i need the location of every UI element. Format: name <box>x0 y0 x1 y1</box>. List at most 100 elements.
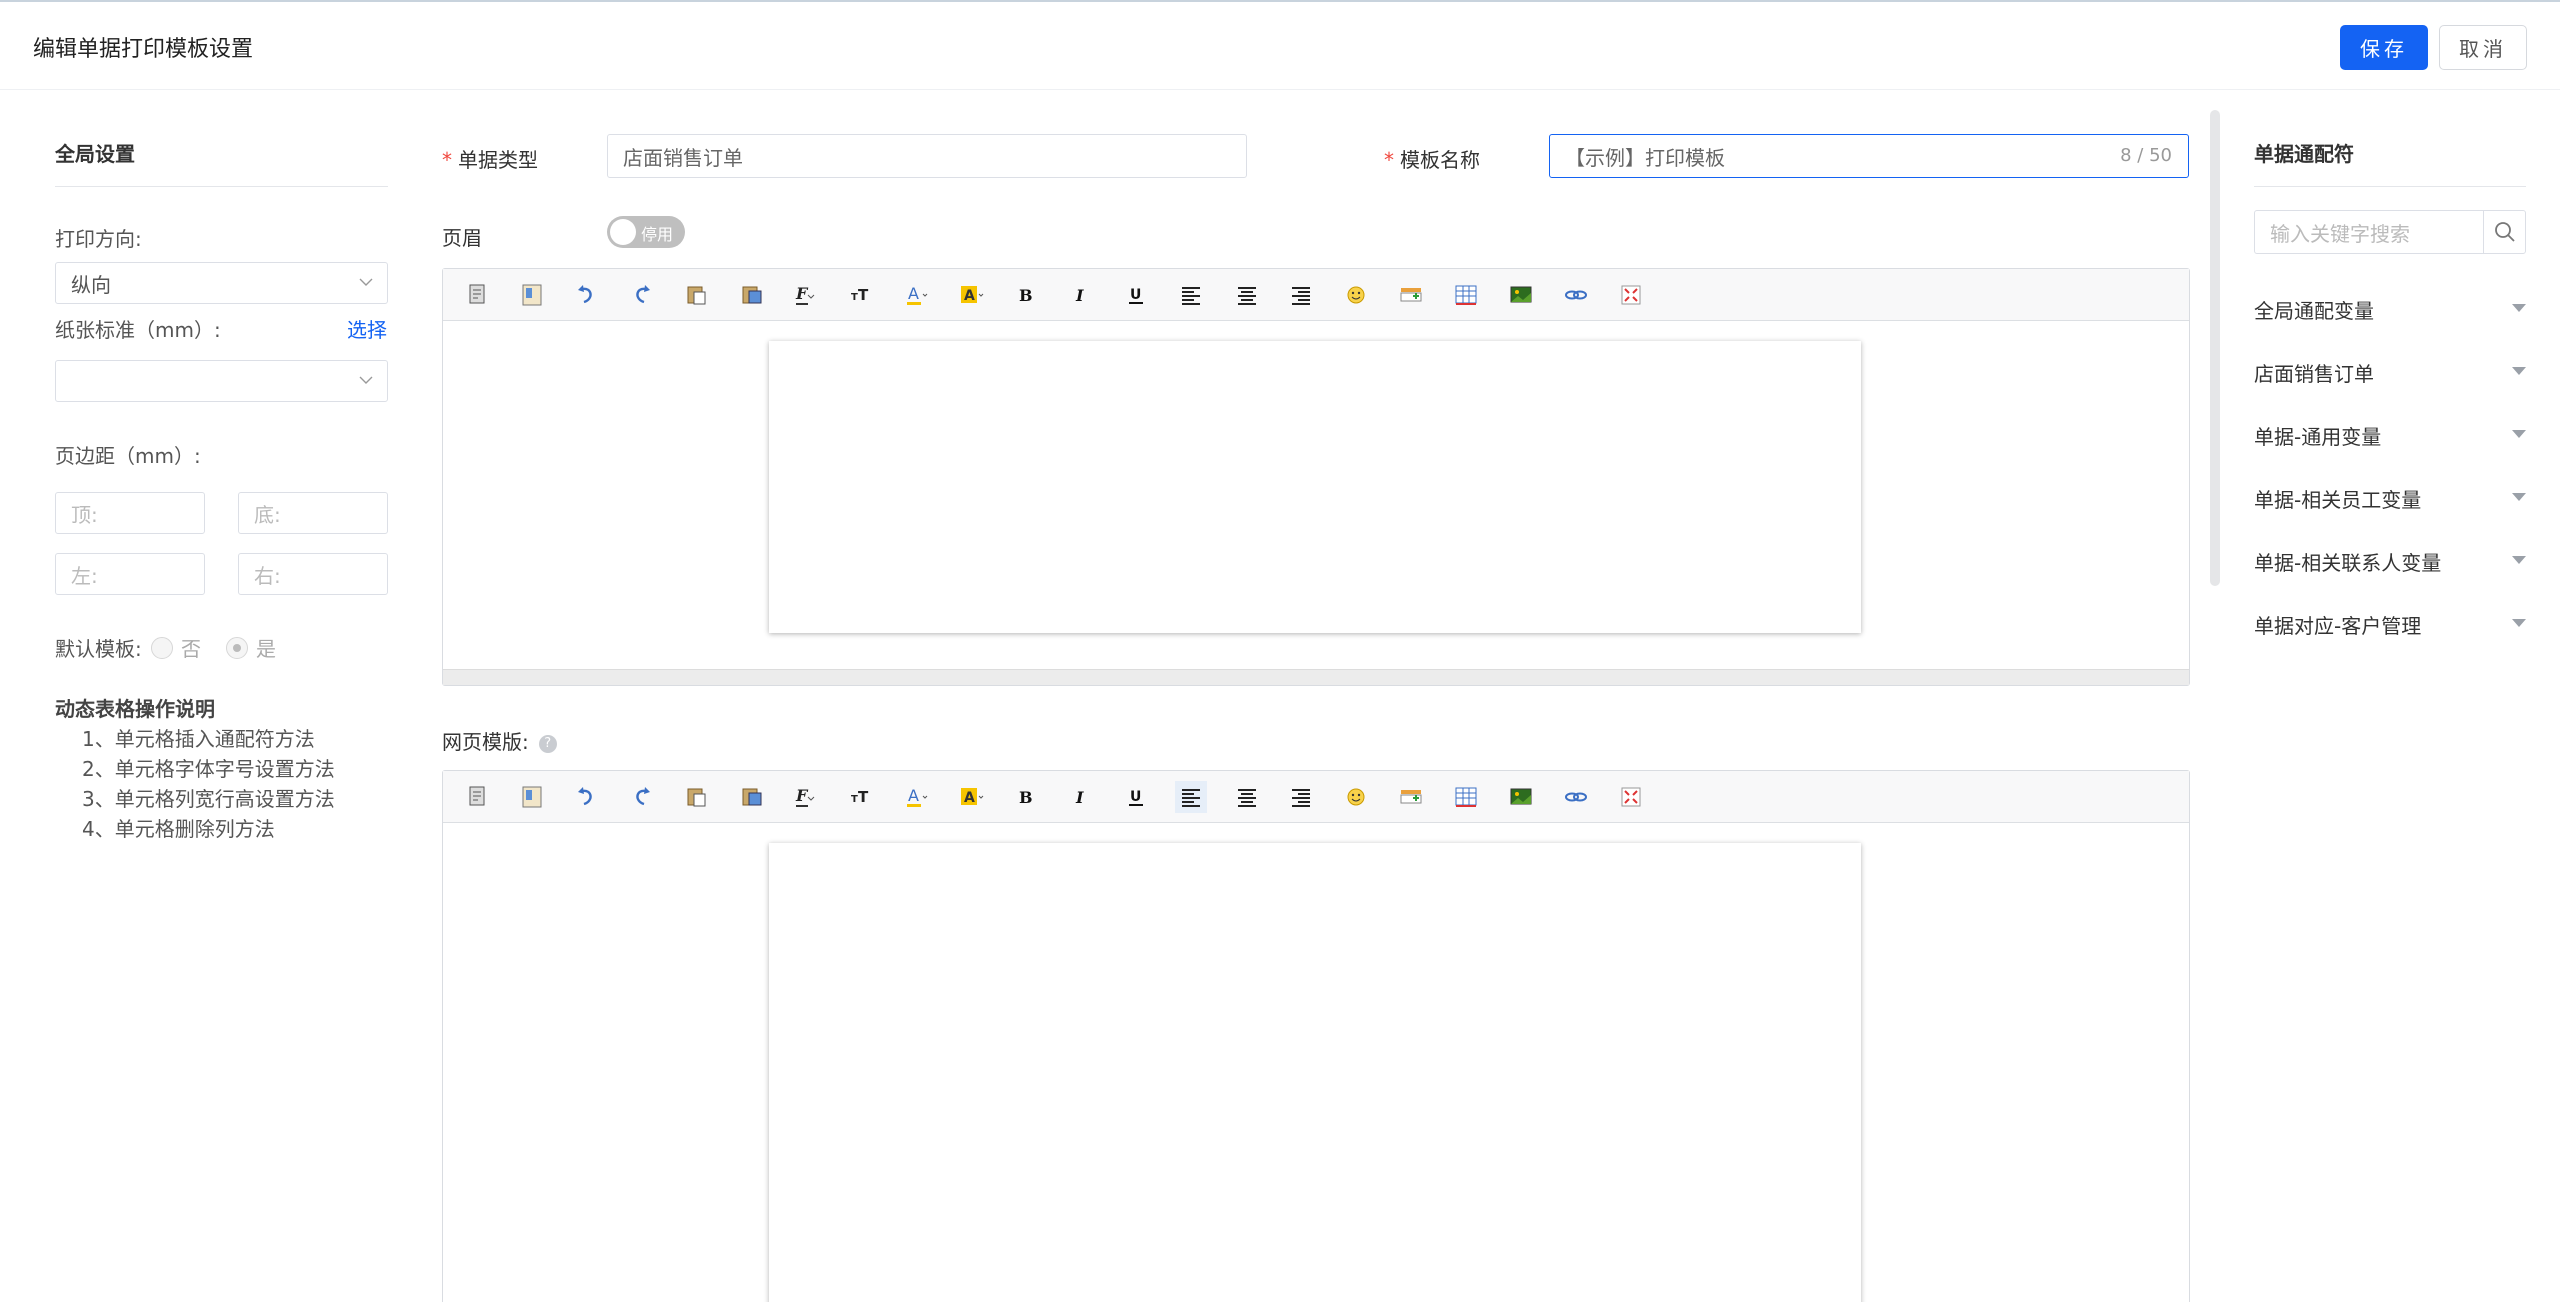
radio-circle <box>151 636 173 659</box>
margin-left-input[interactable]: 左: <box>55 553 205 595</box>
margin-top-input[interactable]: 顶: <box>55 492 205 534</box>
italic-button[interactable]: I <box>1065 781 1097 813</box>
margin-label: 页边距（mm）: <box>55 444 201 468</box>
align-right-button[interactable] <box>1285 279 1317 311</box>
highlight-button[interactable]: A <box>956 279 988 311</box>
insert-row-button[interactable] <box>1395 279 1427 311</box>
paste-button[interactable] <box>680 781 712 813</box>
highlight-button[interactable]: A <box>956 781 988 813</box>
header-toggle[interactable]: 停用 <box>607 216 685 248</box>
font-size-button[interactable]: TT <box>846 781 878 813</box>
align-center-button[interactable] <box>1231 279 1263 311</box>
paste-button[interactable] <box>680 279 712 311</box>
wildcard-group-item[interactable]: 店面销售订单 <box>2254 358 2526 387</box>
undo-button[interactable] <box>570 279 602 311</box>
wildcard-group-item[interactable]: 全局通配变量 <box>2254 295 2526 324</box>
image-button[interactable] <box>1505 781 1537 813</box>
caret-down-icon <box>2512 430 2526 438</box>
italic-icon: I <box>1075 286 1084 305</box>
cancel-button[interactable]: 取消 <box>2439 25 2527 70</box>
font-size-button[interactable]: TT <box>846 279 878 311</box>
source-button[interactable] <box>462 279 494 311</box>
doc-type-input[interactable]: 店面销售订单 <box>607 134 1247 178</box>
align-left-button[interactable] <box>1175 279 1207 311</box>
paste-text-button[interactable] <box>736 279 768 311</box>
wildcard-group-item[interactable]: 单据-通用变量 <box>2254 421 2526 450</box>
font-family-button[interactable]: F <box>790 279 822 311</box>
emoji-button[interactable] <box>1340 781 1372 813</box>
wildcard-group-item[interactable]: 单据-相关员工变量 <box>2254 484 2526 513</box>
source-icon <box>469 284 485 304</box>
paste-text-button[interactable] <box>736 781 768 813</box>
svg-text:A: A <box>964 288 975 304</box>
link-button[interactable] <box>1560 781 1592 813</box>
undo-icon <box>578 787 592 806</box>
svg-text:B: B <box>1019 788 1033 807</box>
font-family-button[interactable]: F <box>790 781 822 813</box>
link-button[interactable] <box>1560 279 1592 311</box>
doc-type-label-text: 单据类型 <box>458 148 538 172</box>
margin-bottom-input[interactable]: 底: <box>238 492 388 534</box>
redo-button[interactable] <box>626 279 658 311</box>
fullscreen-button[interactable] <box>1615 279 1647 311</box>
wildcard-group-item[interactable]: 单据对应-客户管理 <box>2254 610 2526 639</box>
paper-standard-label: 纸张标准（mm）: <box>55 318 221 342</box>
template-button[interactable] <box>516 279 548 311</box>
editor-toolbar: F TT A A B I U <box>443 771 2189 823</box>
undo-button[interactable] <box>570 781 602 813</box>
align-center-button[interactable] <box>1231 781 1263 813</box>
redo-button[interactable] <box>626 781 658 813</box>
template-button[interactable] <box>516 781 548 813</box>
svg-text:U: U <box>1130 287 1141 303</box>
paper-select-link[interactable]: 选择 <box>347 314 387 343</box>
underline-button[interactable]: U <box>1120 279 1152 311</box>
insert-row-button[interactable] <box>1395 781 1427 813</box>
insert-row-icon <box>1400 790 1422 804</box>
align-right-button[interactable] <box>1285 781 1317 813</box>
redo-icon <box>636 285 650 304</box>
image-button[interactable] <box>1505 279 1537 311</box>
align-right-icon <box>1292 287 1310 305</box>
table-button[interactable] <box>1450 279 1482 311</box>
default-no-radio[interactable]: 否 <box>151 633 201 662</box>
editor-canvas[interactable] <box>443 823 2189 1302</box>
template-name-label-text: 模板名称 <box>1400 148 1480 172</box>
howto-item[interactable]: 2、单元格字体字号设置方法 <box>82 754 335 784</box>
underline-button[interactable]: U <box>1120 781 1152 813</box>
howto-list: 1、单元格插入通配符方法 2、单元格字体字号设置方法 3、单元格列宽行高设置方法… <box>82 724 335 844</box>
underline-icon: U <box>1129 287 1143 304</box>
caret-down-icon <box>2512 367 2526 375</box>
italic-button[interactable]: I <box>1065 279 1097 311</box>
save-button[interactable]: 保存 <box>2340 25 2428 70</box>
table-button[interactable] <box>1450 781 1482 813</box>
default-yes-radio[interactable]: 是 <box>226 633 276 662</box>
howto-item[interactable]: 4、单元格删除列方法 <box>82 814 335 844</box>
emoji-button[interactable] <box>1340 279 1372 311</box>
print-direction-select[interactable]: 纵向 <box>55 262 388 304</box>
editor-canvas[interactable] <box>443 321 2189 669</box>
help-icon[interactable]: ? <box>538 735 557 753</box>
search-button[interactable] <box>2483 211 2525 253</box>
template-name-input[interactable]: 【示例】打印模板 8 / 50 <box>1549 134 2189 178</box>
default-template-label: 默认模板: <box>55 637 142 661</box>
source-button[interactable] <box>462 781 494 813</box>
header-editor: F TT A A B I U <box>442 268 2190 686</box>
search-input[interactable]: 输入关键字搜索 <box>2255 211 2483 253</box>
font-color-button[interactable]: A <box>901 781 933 813</box>
vertical-scrollbar[interactable] <box>2210 110 2220 586</box>
editor-paper[interactable] <box>769 843 1861 1302</box>
emoji-icon <box>1347 286 1365 304</box>
bold-button[interactable]: B <box>1010 279 1042 311</box>
default-yes-label: 是 <box>256 637 276 661</box>
editor-paper[interactable] <box>769 341 1861 633</box>
margin-right-input[interactable]: 右: <box>238 553 388 595</box>
paper-standard-select[interactable] <box>55 360 388 402</box>
howto-item[interactable]: 1、单元格插入通配符方法 <box>82 724 335 754</box>
align-left-button[interactable] <box>1175 781 1207 813</box>
wildcard-group-item[interactable]: 单据-相关联系人变量 <box>2254 547 2526 576</box>
howto-item[interactable]: 3、单元格列宽行高设置方法 <box>82 784 335 814</box>
font-color-button[interactable]: A <box>901 279 933 311</box>
global-settings-title: 全局设置 <box>55 142 135 166</box>
bold-button[interactable]: B <box>1010 781 1042 813</box>
fullscreen-button[interactable] <box>1615 781 1647 813</box>
